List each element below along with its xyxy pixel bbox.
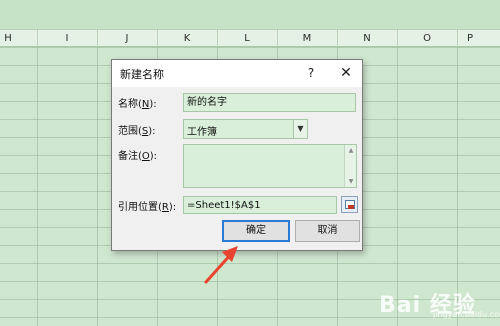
column-header[interactable]: P bbox=[440, 30, 500, 47]
comment-label: 备注(O): bbox=[118, 151, 158, 162]
name-label: 名称(N): bbox=[118, 99, 157, 110]
cancel-button[interactable]: 取消 bbox=[295, 220, 360, 242]
name-input-value: 新的名字 bbox=[187, 97, 227, 108]
comment-scrollbar[interactable]: ▲ ▼ bbox=[344, 145, 356, 187]
close-icon[interactable]: ✕ bbox=[336, 63, 356, 83]
column-header[interactable]: H bbox=[0, 30, 38, 47]
spreadsheet-window: H I J K L M N O P 新建名称 ? ✕ 名称(N): 新的名字 范… bbox=[0, 0, 500, 326]
name-input[interactable]: 新的名字 bbox=[183, 93, 356, 112]
refers-to-input[interactable]: =Sheet1!$A$1 bbox=[183, 196, 337, 214]
range-select-icon[interactable] bbox=[341, 196, 358, 213]
column-header[interactable]: I bbox=[37, 30, 97, 47]
refers-to-value: =Sheet1!$A$1 bbox=[187, 200, 261, 211]
chevron-down-icon[interactable]: ▼ bbox=[293, 120, 307, 138]
help-icon[interactable]: ? bbox=[301, 63, 321, 83]
scope-select[interactable]: 工作簿 ▼ bbox=[183, 119, 308, 139]
baidu-watermark: Bai 经验 jingyan.baidu.com bbox=[355, 284, 500, 320]
watermark-subtext: jingyan.baidu.com bbox=[433, 310, 500, 319]
column-header[interactable]: L bbox=[217, 30, 277, 47]
comment-textarea[interactable]: ▲ ▼ bbox=[183, 144, 357, 188]
column-header[interactable]: K bbox=[157, 30, 217, 47]
scope-label: 范围(S): bbox=[118, 126, 156, 137]
column-header[interactable]: M bbox=[277, 30, 337, 47]
column-header[interactable]: N bbox=[337, 30, 397, 47]
ok-button[interactable]: 确定 bbox=[222, 220, 290, 242]
dialog-title: 新建名称 bbox=[120, 68, 164, 81]
column-header[interactable]: J bbox=[97, 30, 157, 47]
refers-to-label: 引用位置(R): bbox=[118, 202, 177, 213]
toolbar-area bbox=[0, 0, 500, 30]
column-header-row: H I J K L M N O P bbox=[0, 30, 500, 47]
scroll-down-icon[interactable]: ▼ bbox=[345, 178, 357, 185]
scroll-up-icon[interactable]: ▲ bbox=[345, 147, 357, 154]
new-name-dialog: 新建名称 ? ✕ 名称(N): 新的名字 范围(S): 工作簿 ▼ 备注(O):… bbox=[111, 59, 363, 251]
scope-select-value: 工作簿 bbox=[187, 127, 217, 138]
dialog-titlebar[interactable]: 新建名称 ? ✕ bbox=[112, 60, 362, 87]
